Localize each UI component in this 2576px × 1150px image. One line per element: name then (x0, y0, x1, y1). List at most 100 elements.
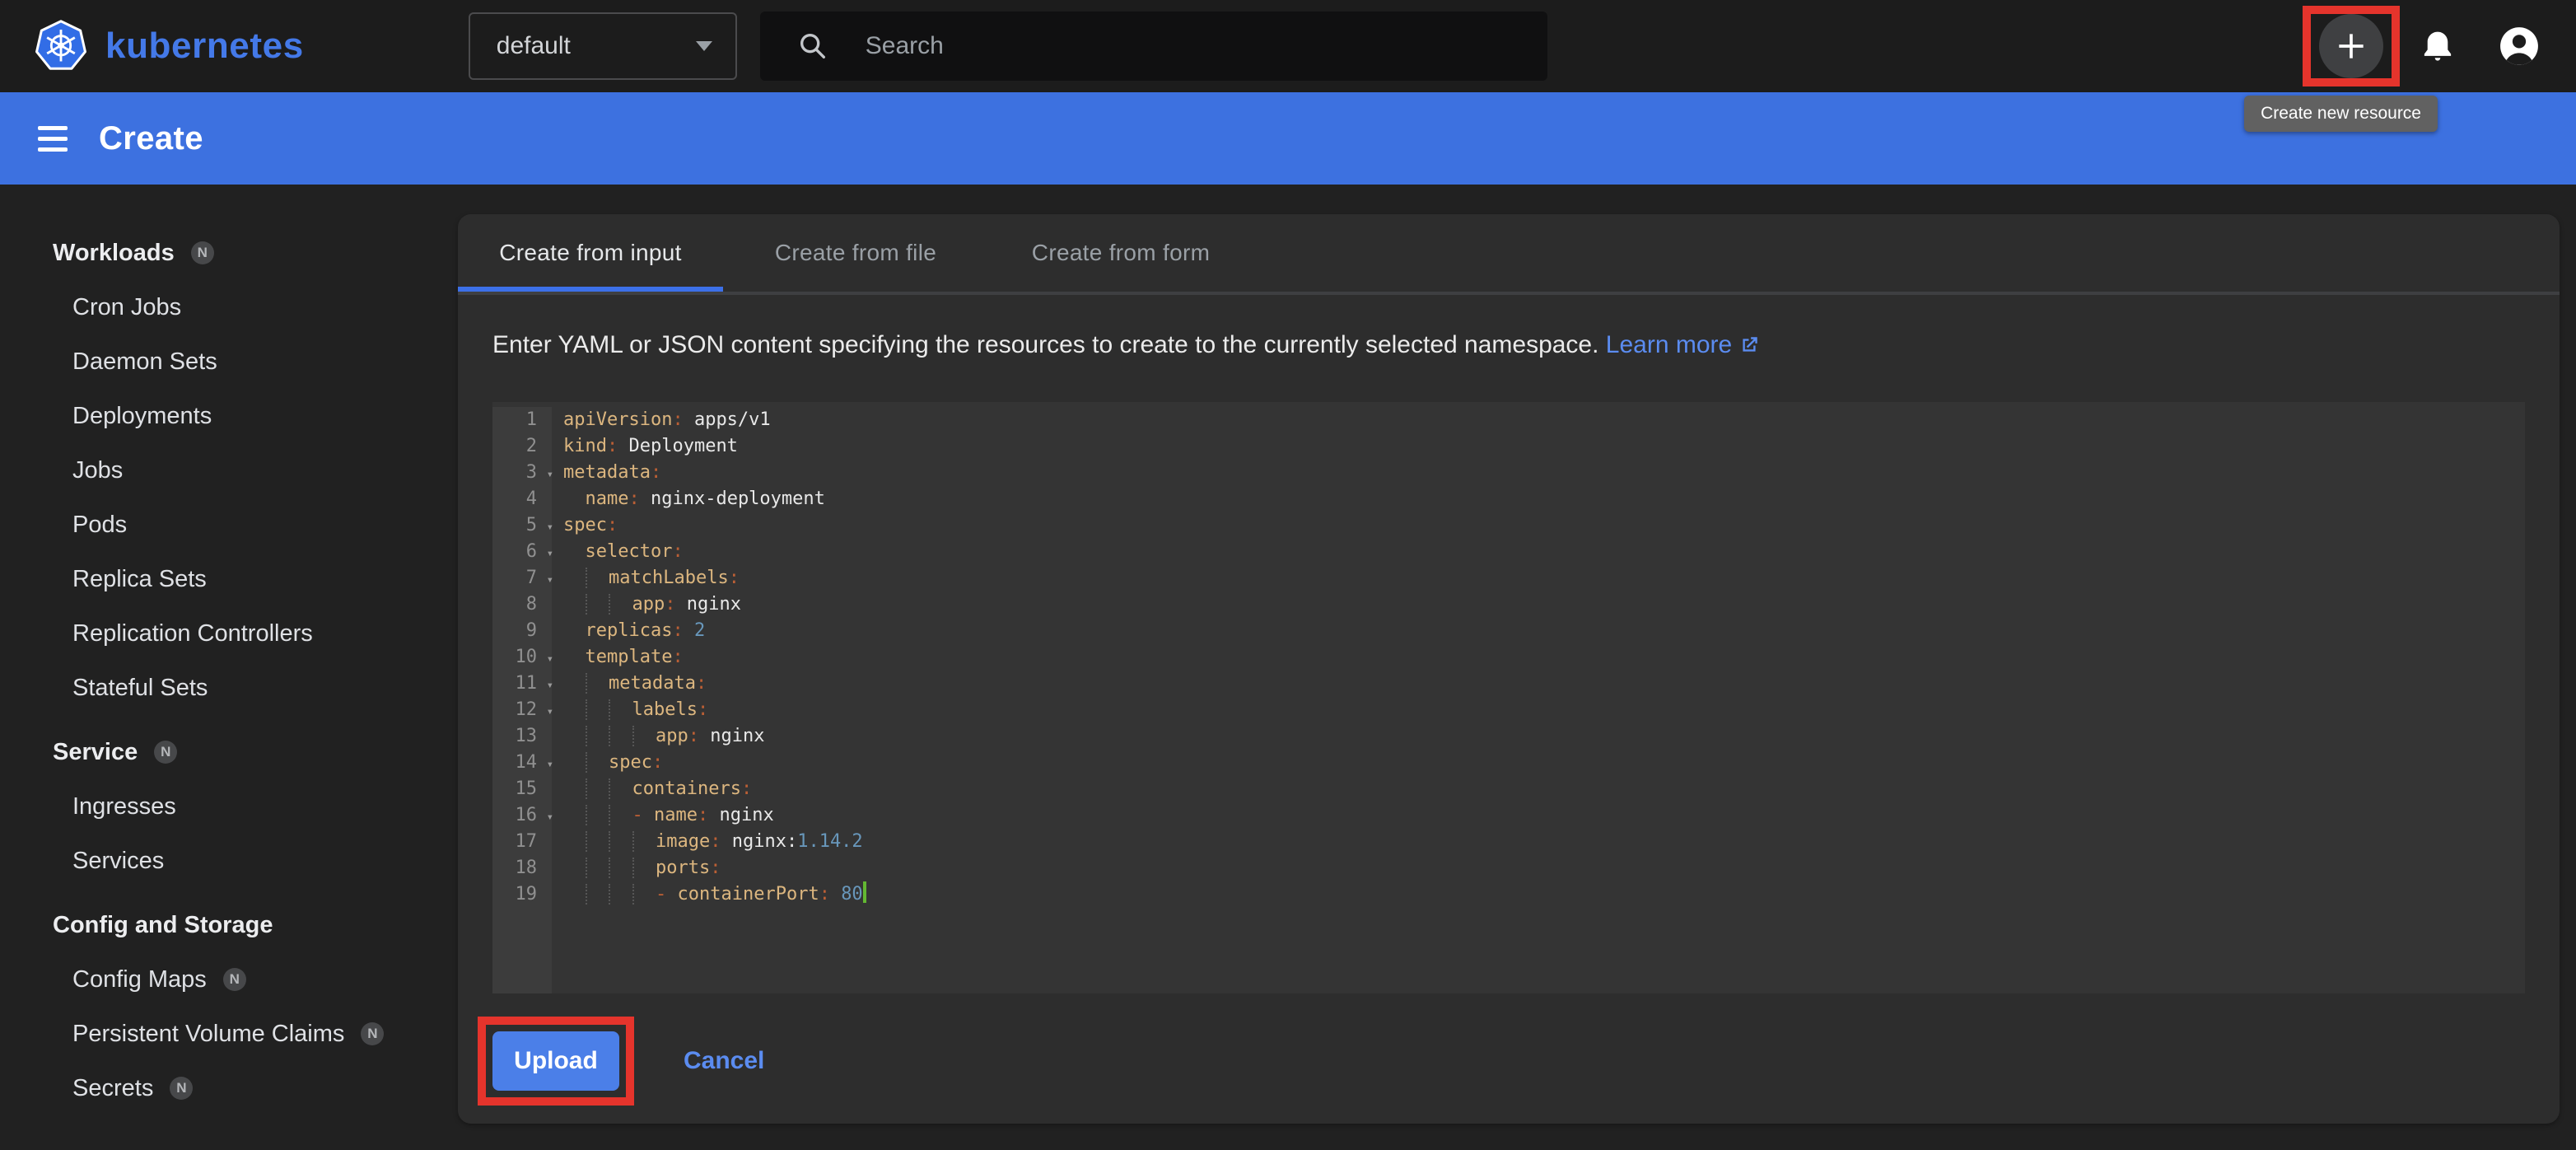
namespace-selector[interactable]: default (469, 12, 737, 80)
fold-chevron-down-icon[interactable]: ▾ (547, 672, 553, 699)
namespace-badge: N (191, 241, 214, 264)
fold-chevron-down-icon[interactable]: ▾ (547, 751, 553, 778)
line-number: 7▾ (492, 565, 552, 591)
line-number: 12▾ (492, 697, 552, 723)
sidebar-item-cron-jobs[interactable]: Cron Jobs (53, 280, 458, 334)
code-line[interactable]: 5▾spec: (492, 512, 2525, 539)
hamburger-menu-button[interactable] (38, 123, 68, 155)
code-line[interactable]: 15 containers: (492, 776, 2525, 802)
fold-chevron-down-icon[interactable]: ▾ (547, 699, 553, 725)
code-line[interactable]: 17 image: nginx:1.14.2 (492, 829, 2525, 855)
sidebar-item-daemon-sets[interactable]: Daemon Sets (53, 334, 458, 389)
code-text: app: nginx (552, 591, 741, 618)
editor-filler (492, 908, 2525, 993)
upload-button-highlight: Upload (478, 1017, 634, 1106)
form-actions: Upload Cancel (478, 1017, 2560, 1106)
page-title: Create (99, 120, 203, 157)
line-number: 11▾ (492, 671, 552, 697)
search-input[interactable] (862, 30, 1495, 62)
cancel-button[interactable]: Cancel (674, 1045, 774, 1077)
fold-chevron-down-icon[interactable]: ▾ (547, 514, 553, 540)
code-line[interactable]: 6▾ selector: (492, 539, 2525, 565)
line-number: 8 (492, 591, 552, 618)
code-line[interactable]: 1apiVersion: apps/v1 (492, 407, 2525, 433)
code-line[interactable]: 4 name: nginx-deployment (492, 486, 2525, 512)
create-button-highlight (2303, 6, 2400, 86)
code-line[interactable]: 13 app: nginx (492, 723, 2525, 750)
sidebar-item-pods[interactable]: Pods (53, 498, 458, 552)
sidebar-item-label: Secrets (72, 1075, 153, 1102)
namespace-value: default (497, 32, 571, 60)
sidebar-item-replica-sets[interactable]: Replica Sets (53, 552, 458, 606)
sidebar-item-label: Deployments (72, 403, 212, 430)
sidebar-item-label: Replica Sets (72, 566, 207, 593)
brand[interactable]: kubernetes (33, 18, 304, 74)
learn-more-link[interactable]: Learn more (1606, 331, 1760, 358)
code-text: metadata: (552, 460, 661, 486)
code-text: replicas: 2 (552, 618, 705, 644)
tab-create-from-input[interactable]: Create from input (458, 214, 723, 292)
code-text: selector: (552, 539, 684, 565)
upload-button[interactable]: Upload (492, 1031, 619, 1091)
code-text: ports: (552, 855, 721, 881)
sidebar-item-secrets[interactable]: Secrets N (53, 1061, 458, 1115)
sidebar-item-stateful-sets[interactable]: Stateful Sets (53, 661, 458, 715)
sidebar-item-label: Persistent Volume Claims (72, 1021, 344, 1048)
fold-chevron-down-icon[interactable]: ▾ (547, 540, 553, 567)
create-new-resource-button[interactable] (2319, 14, 2383, 78)
sidebar-item-label: Config Maps (72, 966, 207, 993)
chevron-down-icon (696, 41, 712, 51)
fold-chevron-down-icon[interactable]: ▾ (547, 804, 553, 830)
code-line[interactable]: 14▾ spec: (492, 750, 2525, 776)
sidebar-item-replication-controllers[interactable]: Replication Controllers (53, 606, 458, 661)
sidebar-item-services[interactable]: Services (53, 834, 458, 888)
tab-create-from-file[interactable]: Create from file (723, 214, 988, 292)
code-line[interactable]: 10▾ template: (492, 644, 2525, 671)
sidebar-item-deployments[interactable]: Deployments (53, 389, 458, 443)
code-line[interactable]: 9 replicas: 2 (492, 618, 2525, 644)
line-number: 19 (492, 881, 552, 908)
line-number: 13 (492, 723, 552, 750)
sidebar-item-ingresses[interactable]: Ingresses (53, 779, 458, 834)
code-line[interactable]: 19 - containerPort: 80 (492, 881, 2525, 908)
yaml-editor[interactable]: 1apiVersion: apps/v12kind: Deployment3▾m… (492, 402, 2525, 993)
namespace-badge: N (223, 968, 246, 991)
main-content: Create from inputCreate from fileCreate … (458, 185, 2576, 1150)
fold-chevron-down-icon[interactable]: ▾ (547, 646, 553, 672)
description-text: Enter YAML or JSON content specifying th… (458, 295, 2560, 402)
sidebar-item-config-maps[interactable]: Config Maps N (53, 952, 458, 1007)
line-number: 1 (492, 407, 552, 433)
code-line[interactable]: 11▾ metadata: (492, 671, 2525, 697)
sidebar-item-jobs[interactable]: Jobs (53, 443, 458, 498)
fold-chevron-down-icon[interactable]: ▾ (547, 461, 553, 488)
search-bar[interactable] (760, 12, 1547, 81)
sidebar-item-label: Ingresses (72, 793, 176, 820)
code-line[interactable]: 2kind: Deployment (492, 433, 2525, 460)
sidebar-section-header: WorkloadsN (53, 226, 458, 280)
sidebar-item-label: Replication Controllers (72, 620, 313, 647)
account-button[interactable] (2499, 26, 2540, 67)
sidebar-item-label: Jobs (72, 457, 123, 484)
code-text: image: nginx:1.14.2 (552, 829, 863, 855)
sidebar-item-label: Stateful Sets (72, 675, 208, 702)
notifications-button[interactable] (2420, 26, 2456, 66)
line-number: 14▾ (492, 750, 552, 776)
create-card: Create from inputCreate from fileCreate … (458, 214, 2560, 1124)
namespace-badge: N (154, 741, 177, 764)
sidebar-item-persistent-volume-claims[interactable]: Persistent Volume ClaimsN (53, 1007, 458, 1061)
fold-chevron-down-icon[interactable]: ▾ (547, 567, 553, 593)
code-line[interactable]: 8 app: nginx (492, 591, 2525, 618)
code-line[interactable]: 7▾ matchLabels: (492, 565, 2525, 591)
description-body: Enter YAML or JSON content specifying th… (492, 331, 1598, 358)
namespace-badge: N (170, 1077, 193, 1100)
code-line[interactable]: 3▾metadata: (492, 460, 2525, 486)
code-text: apiVersion: apps/v1 (552, 407, 771, 433)
line-number: 10▾ (492, 644, 552, 671)
code-line[interactable]: 18 ports: (492, 855, 2525, 881)
tab-create-from-form[interactable]: Create from form (988, 214, 1253, 292)
sidebar-item-label: Services (72, 848, 164, 875)
sidebar-section: WorkloadsNCron JobsDaemon Sets Deployment… (53, 226, 458, 715)
code-line[interactable]: 12▾ labels: (492, 697, 2525, 723)
code-line[interactable]: 16▾ - name: nginx (492, 802, 2525, 829)
code-text: labels: (552, 697, 708, 723)
